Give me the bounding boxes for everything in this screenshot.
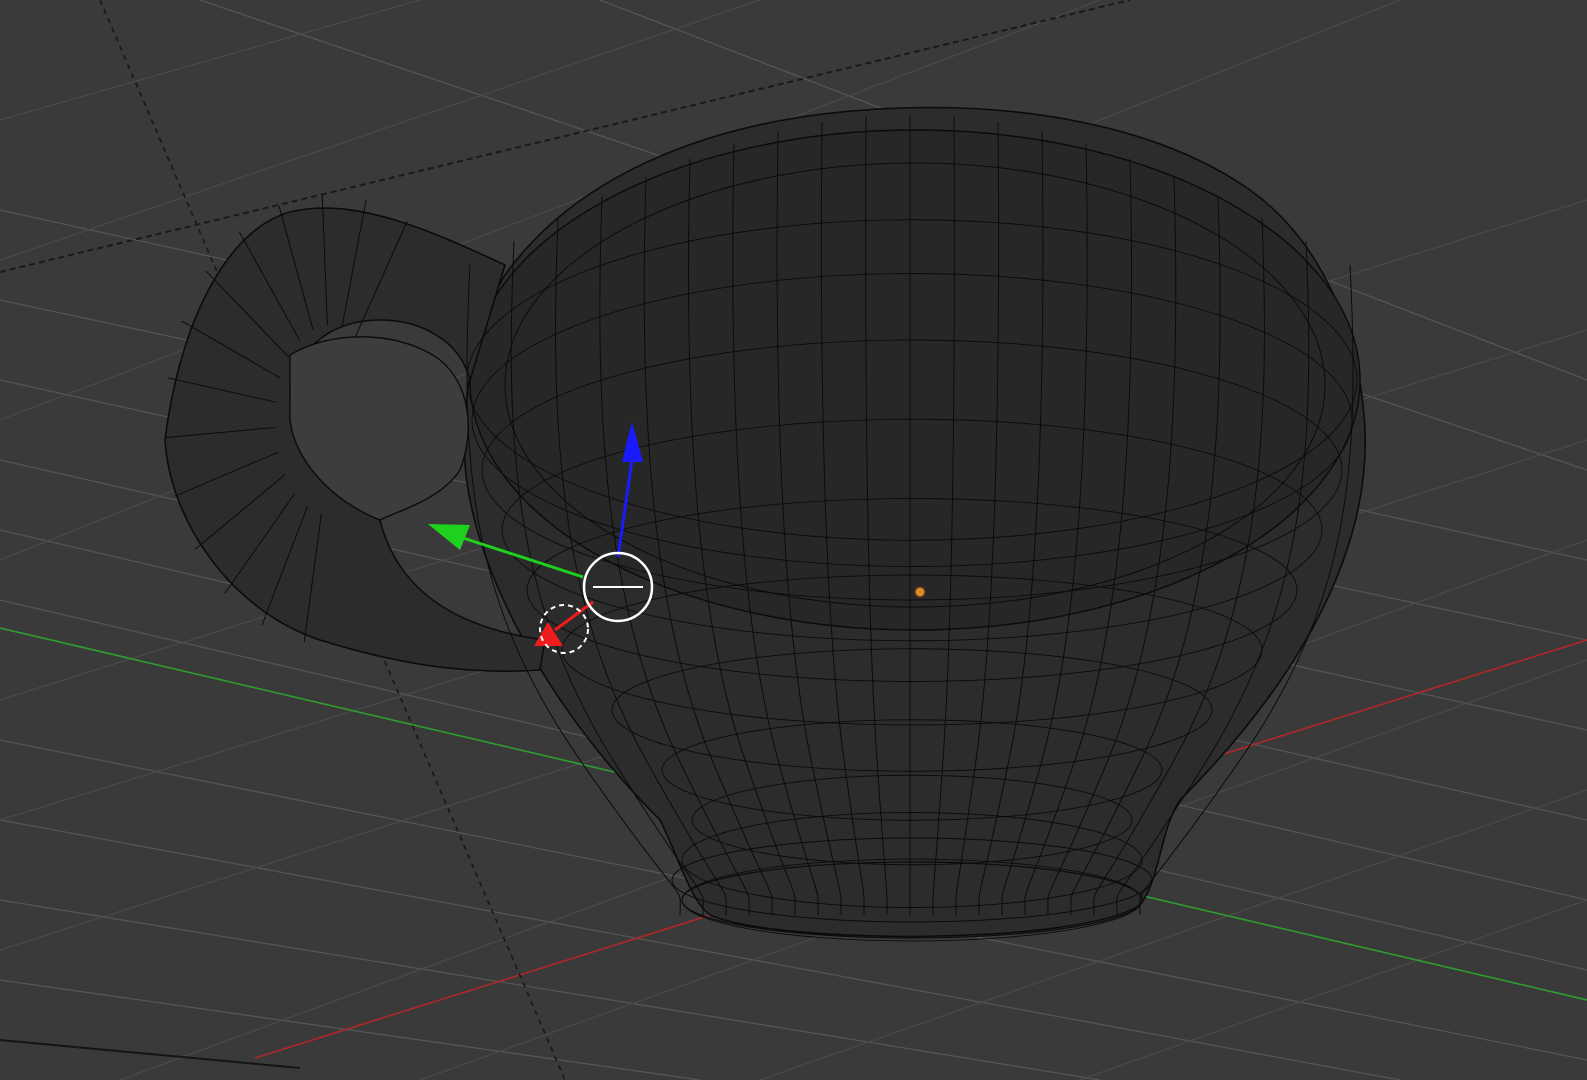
origin-point: [914, 586, 926, 598]
object-origin-dot: [914, 586, 926, 598]
viewport-canvas[interactable]: [0, 0, 1587, 1080]
3d-viewport[interactable]: [0, 0, 1587, 1080]
